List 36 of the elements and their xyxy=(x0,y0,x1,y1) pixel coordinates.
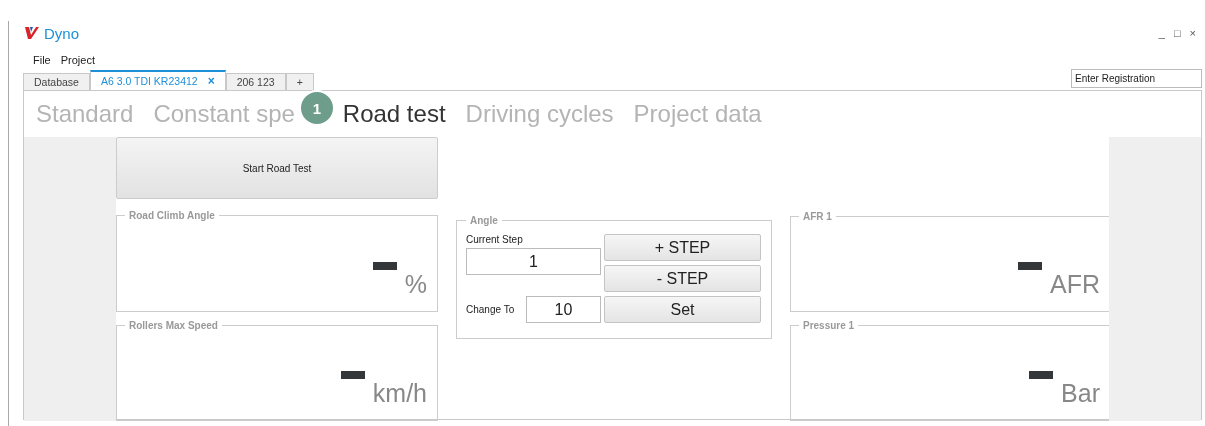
dash-icon xyxy=(340,371,365,379)
panel-title: Road Climb Angle xyxy=(128,210,216,222)
field-label: Current Step xyxy=(466,234,524,245)
logo-icon xyxy=(25,26,39,40)
unit-label: km/h xyxy=(372,379,427,408)
dash-icon xyxy=(1029,371,1054,379)
menu-item[interactable]: File xyxy=(33,54,51,68)
step-button[interactable]: Set xyxy=(604,296,761,323)
step-button[interactable]: + STEP xyxy=(604,234,761,261)
panel-title: Rollers Max Speed xyxy=(128,319,219,331)
tab[interactable]: + xyxy=(285,73,314,90)
input-field[interactable]: 1 xyxy=(466,248,601,275)
group-title: Angle xyxy=(469,215,499,226)
step-badge: 1 xyxy=(298,90,335,126)
unit-label: AFR xyxy=(1050,270,1100,299)
start-button[interactable]: Start Road Test xyxy=(116,137,438,200)
registration-field[interactable]: Enter Registration xyxy=(1071,69,1202,88)
panel-title: AFR 1 xyxy=(802,211,833,222)
field-label: Change To xyxy=(466,304,515,315)
tab[interactable]: A6 3.0 TDI KR23412 × xyxy=(89,70,226,90)
panel-title: Pressure 1 xyxy=(802,320,856,331)
step-button[interactable]: - STEP xyxy=(604,265,761,292)
close-icon[interactable]: × xyxy=(207,72,215,90)
window-control[interactable]: _ xyxy=(1158,27,1165,39)
input-field[interactable]: 10 xyxy=(526,296,601,323)
window-control[interactable]: × xyxy=(1189,27,1196,39)
tab[interactable]: Database xyxy=(23,73,90,90)
unit-label: % xyxy=(404,269,427,299)
tab[interactable]: 206 123 xyxy=(225,73,286,90)
window-control[interactable]: □ xyxy=(1173,27,1181,39)
window-title: Dyno xyxy=(44,24,80,42)
dash-icon xyxy=(1018,262,1042,270)
unit-label: Bar xyxy=(1061,379,1100,408)
dash-icon xyxy=(372,261,397,270)
nav-tab[interactable]: Road test xyxy=(342,100,446,128)
menu-item[interactable]: Project xyxy=(60,54,95,68)
